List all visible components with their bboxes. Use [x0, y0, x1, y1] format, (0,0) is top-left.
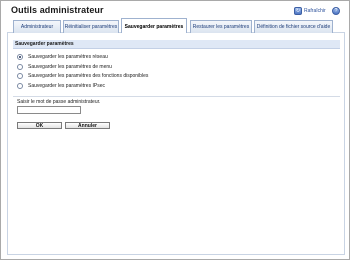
tab-bar: Administrateur Réinitialiser paramètres …	[7, 18, 345, 34]
ok-button[interactable]: OK	[17, 122, 62, 129]
option-network[interactable]: Sauvegarder les paramètres réseau	[17, 52, 108, 61]
radio-ipsec[interactable]	[17, 82, 23, 89]
tab-definition-fichier-aide[interactable]: Définition de fichier source d'aide	[254, 20, 333, 33]
section-title: Sauvegarder paramètres	[13, 40, 340, 49]
tab-restaurer-parametres[interactable]: Restaurer les paramètres	[190, 20, 252, 33]
option-label: Sauvegarder les paramètres IPsec	[28, 82, 105, 89]
option-label: Sauvegarder les paramètres réseau	[28, 53, 108, 60]
option-label: Sauvegarder les paramètres de menu	[28, 63, 112, 70]
page-title: Outils administrateur	[11, 5, 104, 15]
option-functions[interactable]: Sauvegarder les paramètres des fonctions…	[17, 71, 148, 80]
divider	[13, 96, 340, 97]
tab-administrateur[interactable]: Administrateur	[13, 20, 61, 33]
option-menu[interactable]: Sauvegarder les paramètres de menu	[17, 62, 112, 71]
refresh-label: Rafraîchir	[304, 8, 326, 14]
help-button[interactable]: ?	[332, 6, 340, 16]
header: Outils administrateur ↻ Rafraîchir ?	[2, 2, 348, 18]
refresh-button[interactable]: ↻ Rafraîchir	[294, 6, 326, 16]
tab-reinitialiser-parametres[interactable]: Réinitialiser paramètres	[63, 20, 119, 33]
tab-sauvegarder-parametres[interactable]: Sauvegarder paramètres	[121, 18, 187, 34]
refresh-icon: ↻	[294, 7, 302, 15]
password-label: Saisir le mot de passe administrateur.	[17, 99, 101, 105]
radio-network[interactable]	[17, 53, 23, 60]
window-frame: Outils administrateur ↻ Rafraîchir ? Adm…	[0, 0, 350, 260]
radio-functions[interactable]	[17, 72, 23, 79]
tab-content: Sauvegarder paramètres Sauvegarder les p…	[7, 33, 345, 255]
help-icon: ?	[332, 7, 340, 15]
option-ipsec[interactable]: Sauvegarder les paramètres IPsec	[17, 81, 105, 90]
radio-menu[interactable]	[17, 63, 23, 70]
option-label: Sauvegarder les paramètres des fonctions…	[28, 72, 149, 79]
cancel-button[interactable]: Annuler	[65, 122, 110, 129]
password-input[interactable]	[17, 106, 81, 114]
